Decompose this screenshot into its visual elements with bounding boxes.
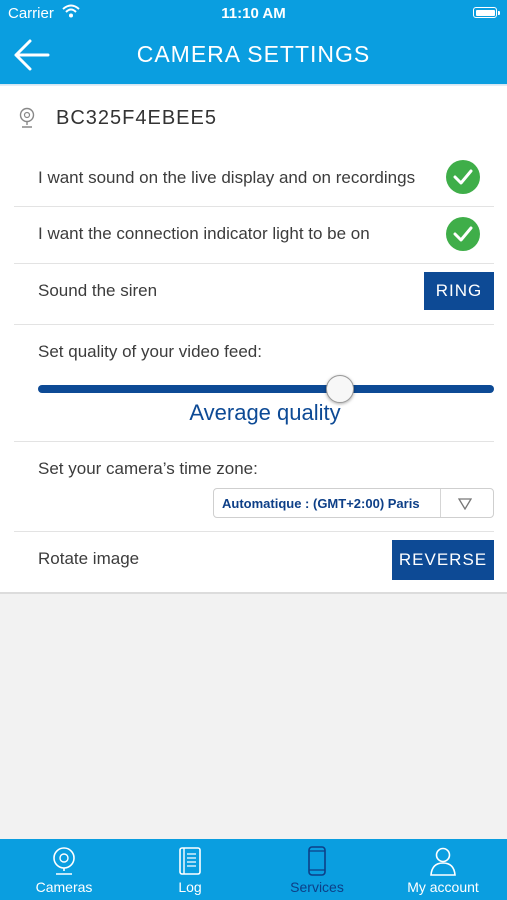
sound-setting-label: I want sound on the live display and on … [38, 168, 416, 187]
device-id: BC325F4EBEE5 [56, 107, 217, 129]
tab-label: Log [178, 879, 202, 895]
sound-checkbox[interactable] [446, 160, 480, 194]
chevron-down-icon [457, 497, 473, 515]
tab-my-account[interactable]: My account [380, 839, 506, 900]
device-row: BC325F4EBEE5 [0, 86, 507, 150]
quality-slider-track[interactable] [38, 385, 494, 393]
tab-label: Cameras [35, 879, 93, 895]
navigation-header: CAMERA SETTINGS [0, 26, 507, 84]
tab-label: Services [290, 879, 344, 895]
quality-slider-thumb[interactable] [325, 375, 354, 403]
tab-label: My account [407, 879, 479, 895]
ring-button[interactable]: RING [424, 272, 494, 310]
tab-log[interactable]: Log [127, 839, 253, 900]
rotate-label: Rotate image [38, 549, 140, 568]
quality-label: Set quality of your video feed: [38, 342, 262, 361]
microphone-icon [18, 107, 36, 134]
timezone-selected-value: Automatique : (GMT+2:00) Paris [222, 496, 420, 511]
indicator-setting-label: I want the connection indicator light to… [38, 224, 370, 243]
tab-cameras[interactable]: Cameras [1, 839, 127, 900]
indicator-setting-row: I want the connection indicator light to… [14, 207, 494, 264]
timezone-label: Set your camera’s time zone: [38, 459, 258, 478]
timezone-setting-row: Set your camera’s time zone: [14, 442, 494, 532]
rotate-setting-row: Rotate image REVERSE [14, 532, 494, 590]
checkmark-icon [453, 226, 473, 242]
reverse-button[interactable]: REVERSE [392, 540, 494, 580]
quality-value: Average quality [189, 400, 341, 425]
indicator-checkbox[interactable] [446, 217, 480, 251]
phone-icon [254, 846, 380, 881]
tab-services[interactable]: Services [254, 839, 380, 900]
battery-icon [473, 7, 500, 18]
log-book-icon [127, 846, 253, 881]
select-divider [440, 489, 441, 517]
siren-setting-row: Sound the siren RING [14, 264, 494, 325]
tab-bar: Cameras Log Services My account [0, 839, 507, 900]
camera-icon [1, 846, 127, 881]
user-icon [380, 846, 506, 881]
status-bar: Carrier 11:10 AM [0, 0, 507, 26]
siren-label: Sound the siren [38, 281, 158, 300]
checkmark-icon [453, 169, 473, 185]
page-title: CAMERA SETTINGS [136, 41, 371, 67]
sound-setting-row: I want sound on the live display and on … [14, 150, 494, 207]
clock: 11:10 AM [221, 5, 286, 22]
timezone-select[interactable]: Automatique : (GMT+2:00) Paris [213, 488, 494, 518]
